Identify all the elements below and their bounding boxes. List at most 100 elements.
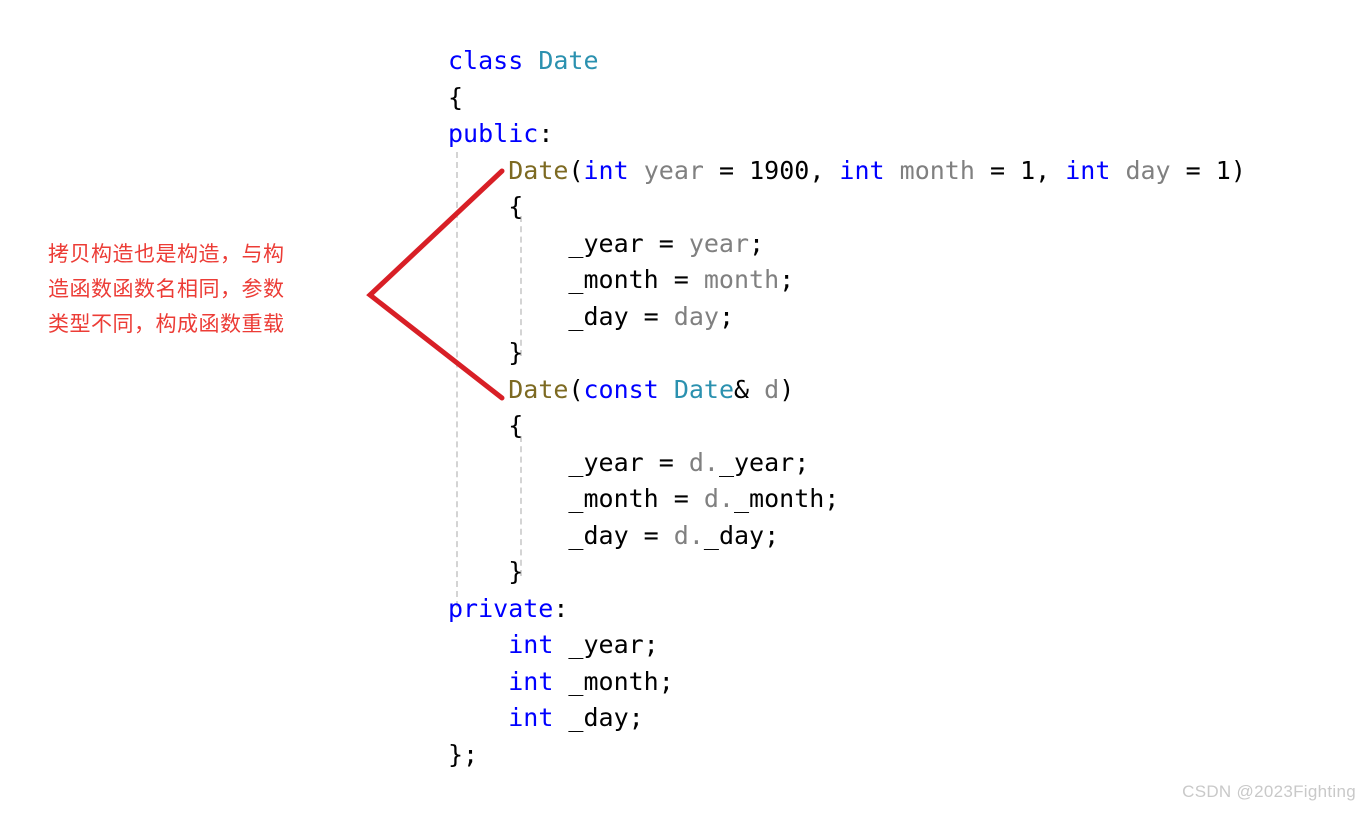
code-token-kw: const (583, 374, 659, 404)
code-token-param: year (643, 155, 704, 185)
code-token-kw: int (583, 155, 629, 185)
code-line: _day = day; (448, 299, 1246, 336)
code-token-plain: = (974, 155, 1021, 185)
code-token-kw: public (448, 119, 539, 148)
code-token-kw: int (508, 630, 554, 659)
code-token-plain: = (643, 228, 689, 258)
code-token-param: year (688, 228, 750, 258)
code-listing: class Date{public: Date(int year = 1900,… (448, 43, 1246, 773)
code-token-kw: private (448, 593, 554, 623)
code-token-plain: _year (448, 228, 644, 258)
code-token-kw: class (448, 46, 524, 75)
code-line: _day = d._day; (448, 518, 1246, 555)
code-token-plain: 1 (1020, 155, 1036, 185)
code-token-plain: } (448, 557, 524, 586)
code-token-plain: _month (448, 265, 659, 294)
code-token-plain: ) (779, 374, 795, 404)
code-line: _month = d._month; (448, 481, 1246, 518)
code-line: _month = month; (448, 262, 1246, 299)
code-token-plain: ; (749, 228, 765, 258)
code-line: }; (448, 737, 1246, 774)
code-token-param: day (1125, 155, 1171, 185)
code-token-plain: _day (448, 520, 629, 550)
code-token-plain: ; (718, 301, 734, 331)
code-token-plain: = (628, 301, 674, 331)
code-line: { (448, 189, 1246, 226)
annotation-text: 拷贝构造也是构造，与构 造函数函数名相同，参数 类型不同，构成函数重载 (48, 237, 366, 342)
code-line: int _day; (448, 700, 1246, 737)
code-token-plain: : (553, 593, 569, 623)
code-token-plain: 1900 (749, 155, 810, 185)
code-token-plain: _day (703, 520, 765, 550)
code-token-plain: 1 (1215, 155, 1231, 185)
code-token-param: day (673, 301, 719, 331)
code-token-plain: _year (448, 447, 644, 477)
code-token-plain: _month (733, 484, 825, 513)
code-line: private: (448, 591, 1246, 628)
code-line: Date(const Date& d) (448, 372, 1246, 409)
code-token-plain: _year (718, 447, 795, 477)
code-token-kw: int (508, 666, 554, 696)
annotation-line: 造函数函数名相同，参数 (48, 277, 285, 301)
code-line: _year = year; (448, 226, 1246, 263)
code-token-plain: _month; (553, 666, 674, 696)
code-token-plain: ; (779, 265, 795, 294)
code-token-type: Date (538, 46, 599, 75)
code-token-param: month (899, 155, 975, 185)
code-token-plain: }; (448, 739, 479, 769)
code-token-plain: _day (448, 301, 629, 331)
code-token-kw: int (1065, 155, 1111, 185)
code-token-plain: ( (568, 374, 584, 404)
code-token-plain: = (658, 265, 704, 294)
code-line: Date(int year = 1900, int month = 1, int… (448, 153, 1246, 190)
code-line: int _year; (448, 627, 1246, 664)
code-token-plain: ; (794, 447, 810, 477)
code-token-plain: { (448, 82, 464, 112)
annotation-line: 类型不同，构成函数重载 (48, 312, 285, 336)
code-token-ctor: Date (508, 374, 569, 404)
code-token-plain: = (643, 447, 689, 477)
code-token-param: d (764, 374, 780, 404)
code-line: { (448, 408, 1246, 445)
code-token-plain: & (734, 374, 765, 404)
code-token-plain: , (809, 155, 840, 185)
annotation-line: 拷贝构造也是构造，与构 (48, 242, 285, 266)
code-token-param: d. (688, 447, 719, 477)
code-token-plain: ; (764, 520, 780, 550)
code-token-plain: = (703, 155, 750, 185)
code-token-plain: = (1170, 155, 1216, 185)
code-token-plain: { (448, 192, 524, 221)
code-token-plain: ) (1230, 155, 1246, 185)
code-token-plain: _day; (553, 703, 644, 732)
code-token-ctor: Date (508, 155, 569, 185)
code-token-plain: , (1035, 155, 1066, 185)
code-token-param: d. (673, 520, 704, 550)
code-token-param: d. (703, 484, 734, 513)
code-token-plain: = (658, 484, 704, 513)
code-line: int _month; (448, 664, 1246, 701)
code-token-plain: ; (824, 484, 840, 513)
code-line: _year = d._year; (448, 445, 1246, 482)
code-token-plain: _month (448, 484, 659, 513)
code-line: } (448, 554, 1246, 591)
code-line: { (448, 80, 1246, 117)
code-token-type: Date (673, 374, 735, 404)
code-line: class Date (448, 43, 1246, 80)
code-token-plain: ( (568, 155, 584, 185)
code-token-plain: { (448, 411, 524, 440)
code-token-kw: int (508, 703, 554, 732)
code-token-plain: : (538, 119, 554, 148)
code-token-plain: _year; (553, 630, 659, 659)
code-line: } (448, 335, 1246, 372)
watermark-label: CSDN @2023Fighting (1182, 782, 1356, 801)
